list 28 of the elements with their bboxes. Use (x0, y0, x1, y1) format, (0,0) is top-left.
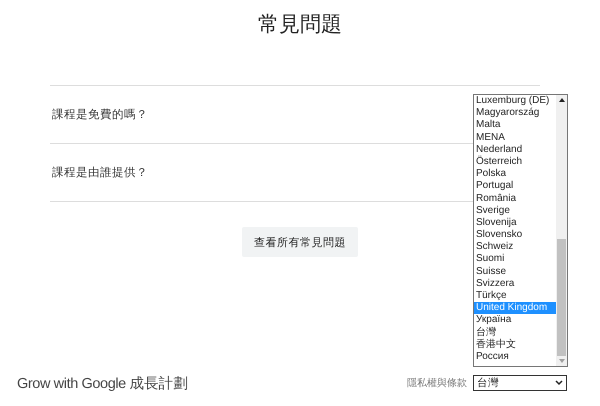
country-option[interactable]: Nederland (474, 144, 556, 156)
country-option[interactable]: Magyarország (474, 107, 556, 120)
faq-question[interactable]: 課程是由誰提供？ (52, 165, 148, 180)
country-option[interactable]: România (474, 192, 556, 205)
view-all-faq-button[interactable]: 查看所有常見問題 (242, 227, 358, 257)
country-option[interactable]: Portugal (474, 180, 556, 192)
country-option[interactable]: Suisse (474, 266, 556, 278)
country-option[interactable]: 台灣 (474, 326, 556, 339)
country-option[interactable]: Sverige (474, 204, 556, 217)
country-option[interactable]: Luxemburg (DE) (474, 95, 556, 108)
country-option[interactable]: Türkçe (474, 290, 556, 302)
privacy-link[interactable]: 隱私權與條款 (407, 376, 467, 390)
country-option[interactable]: Schweiz (474, 241, 556, 254)
country-option[interactable]: Suomi (474, 253, 556, 266)
country-option[interactable]: Slovenija (474, 216, 556, 230)
country-select[interactable]: 台灣 (473, 375, 567, 391)
faq-question[interactable]: 課程是免費的嗎？ (52, 107, 148, 122)
country-option[interactable]: Polska (474, 168, 556, 180)
country-option[interactable]: Україна (474, 314, 556, 327)
country-option[interactable]: Österreich (474, 156, 556, 168)
country-option[interactable]: Россия (474, 350, 556, 364)
country-option[interactable]: Slovensko (474, 229, 556, 242)
page-title: 常見問題 (258, 12, 342, 38)
country-option[interactable]: Svizzera (474, 278, 556, 290)
country-option[interactable]: MENA (474, 132, 556, 144)
country-option[interactable]: 香港中文 (474, 338, 556, 351)
country-option[interactable]: Malta (474, 119, 556, 132)
brand-logo: Grow with Google 成長計劃 (17, 374, 188, 392)
